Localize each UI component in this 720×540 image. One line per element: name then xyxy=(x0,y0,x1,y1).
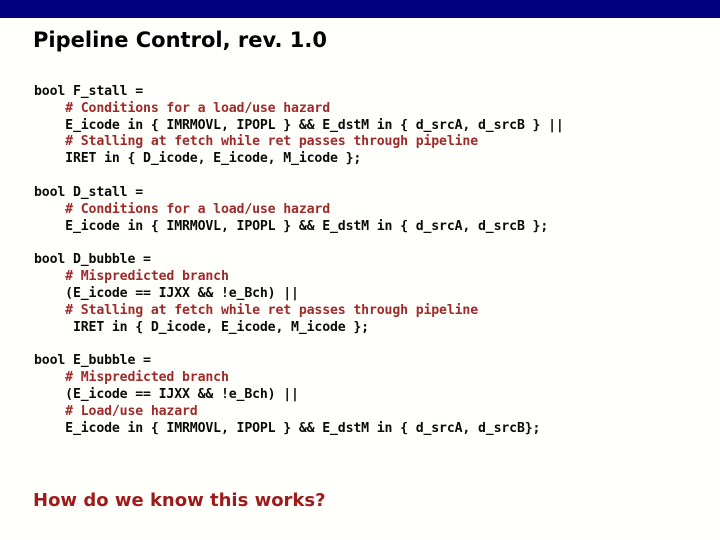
code-line: E_icode in { IMRMOVL, IPOPL } && E_dstM … xyxy=(34,117,564,133)
code-comment-line: # Conditions for a load/use hazard xyxy=(34,201,331,217)
code-comment-line: # Stalling at fetch while ret passes thr… xyxy=(34,302,479,318)
slide-canvas: Pipeline Control, rev. 1.0 bool F_stall … xyxy=(0,0,720,540)
code-comment-line: # Mispredicted branch xyxy=(34,269,229,285)
code-comment-line: # Conditions for a load/use hazard xyxy=(34,100,331,116)
code-block-f-stall: bool F_stall = # Conditions for a load/u… xyxy=(34,84,706,168)
code-block-d-bubble: bool D_bubble = # Mispredicted branch (E… xyxy=(34,252,706,336)
code-comment-line: # Stalling at fetch while ret passes thr… xyxy=(34,134,479,150)
closing-question: How do we know this works? xyxy=(33,490,326,511)
code-line: bool E_bubble = xyxy=(34,353,151,369)
code-line: bool D_stall = xyxy=(34,184,144,200)
code-line: bool F_stall = xyxy=(34,84,144,99)
code-line: IRET in { D_icode, E_icode, M_icode }; xyxy=(34,151,362,167)
code-line: E_icode in { IMRMOVL, IPOPL } && E_dstM … xyxy=(34,420,541,436)
page-title: Pipeline Control, rev. 1.0 xyxy=(33,28,327,52)
code-listing: bool F_stall = # Conditions for a load/u… xyxy=(34,84,706,454)
code-comment-line: # Load/use hazard xyxy=(34,403,198,419)
code-line: (E_icode == IJXX && !e_Bch) || xyxy=(34,285,299,301)
code-block-d-stall: bool D_stall = # Conditions for a load/u… xyxy=(34,185,706,235)
code-line: E_icode in { IMRMOVL, IPOPL } && E_dstM … xyxy=(34,218,549,234)
code-line: bool D_bubble = xyxy=(34,252,151,268)
code-comment-line: # Mispredicted branch xyxy=(34,370,229,386)
code-line: (E_icode == IJXX && !e_Bch) || xyxy=(34,386,299,402)
code-line: IRET in { D_icode, E_icode, M_icode }; xyxy=(34,319,369,335)
code-block-e-bubble: bool E_bubble = # Mispredicted branch (E… xyxy=(34,353,706,437)
slide-accent-bar xyxy=(0,0,720,18)
